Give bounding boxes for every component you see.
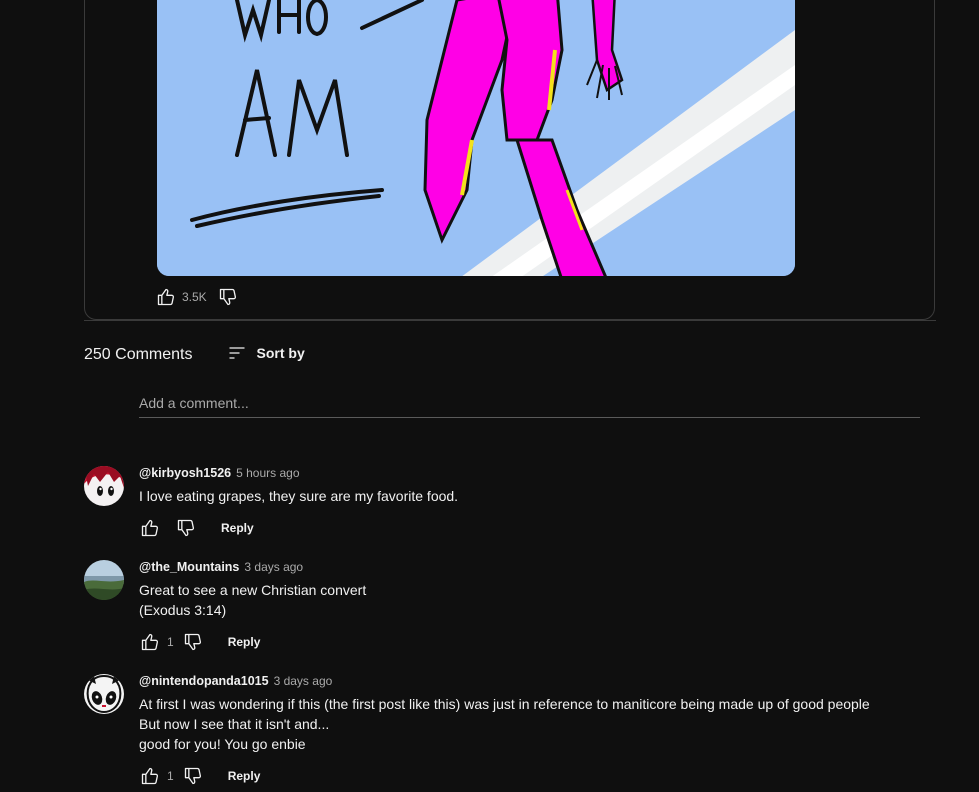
- avatar[interactable]: [84, 674, 124, 714]
- comment-time[interactable]: 5 hours ago: [236, 466, 299, 480]
- thumbs-up-icon: [157, 288, 175, 306]
- post-actions: 3.5K: [155, 285, 239, 309]
- sort-icon: [229, 347, 244, 359]
- add-comment-box: [139, 392, 920, 418]
- thumbs-up-icon: [141, 767, 159, 785]
- comment-text: I love eating grapes, they sure are my f…: [139, 486, 458, 506]
- post-image[interactable]: [157, 0, 795, 276]
- comment-actions: 1 Reply: [139, 630, 260, 654]
- sort-by-button[interactable]: Sort by: [227, 343, 305, 363]
- reply-button[interactable]: Reply: [221, 521, 254, 535]
- comment-time[interactable]: 3 days ago: [244, 560, 303, 574]
- comment-line: At first I was wondering if this (the fi…: [139, 696, 870, 712]
- comment-like-count: 1: [167, 635, 174, 649]
- comments-header: 250 Comments Sort by: [84, 345, 305, 365]
- reply-button[interactable]: Reply: [228, 769, 261, 783]
- comment-author[interactable]: @nintendopanda1015: [139, 674, 269, 688]
- thumbs-down-icon: [184, 767, 201, 785]
- comment-dislike-button[interactable]: [182, 631, 204, 653]
- comment-dislike-button[interactable]: [182, 765, 204, 787]
- comment-line: I love eating grapes, they sure are my f…: [139, 488, 459, 504]
- comment-line: Great to see a new Christian convert: [139, 582, 367, 598]
- reply-button[interactable]: Reply: [228, 635, 261, 649]
- thumbs-down-icon: [184, 633, 201, 651]
- comment-text: At first I was wondering if this (the fi…: [139, 694, 870, 754]
- comment-text: Great to see a new Christian convert (Ex…: [139, 580, 366, 620]
- comment-line: But now I see that it isn't and...: [139, 716, 330, 732]
- comment-like-button[interactable]: [139, 517, 161, 539]
- post-dislike-button[interactable]: [217, 286, 239, 308]
- comment-author[interactable]: @kirbyosh1526: [139, 466, 231, 480]
- avatar-image: [84, 560, 124, 600]
- thumbs-up-icon: [141, 519, 159, 537]
- comment-dislike-button[interactable]: [175, 517, 197, 539]
- avatar[interactable]: [84, 560, 124, 600]
- comment-like-button[interactable]: [139, 631, 161, 653]
- comment-author[interactable]: @the_Mountains: [139, 560, 239, 574]
- comment-actions: 1 Reply: [139, 764, 260, 788]
- post-illustration: [157, 0, 795, 276]
- avatar[interactable]: [84, 466, 124, 506]
- comment-body: @the_Mountains 3 days ago Great to see a…: [139, 560, 366, 620]
- thumbs-up-icon: [141, 633, 159, 651]
- comment-actions: Reply: [139, 516, 254, 540]
- comment-body: @kirbyosh1526 5 hours ago I love eating …: [139, 466, 458, 506]
- sort-by-label: Sort by: [256, 345, 305, 361]
- comment-line: good for you! You go enbie: [139, 736, 306, 752]
- post-like-button[interactable]: [155, 286, 177, 308]
- thumbs-down-icon: [219, 288, 236, 306]
- avatar-image: [84, 466, 124, 506]
- comment-body: @nintendopanda1015 3 days ago At first I…: [139, 674, 870, 754]
- comment-like-count: 1: [167, 769, 174, 783]
- card-divider: [84, 320, 936, 321]
- comments-count: 250 Comments: [84, 346, 193, 363]
- comment-like-button[interactable]: [139, 765, 161, 787]
- add-comment-input[interactable]: [139, 392, 920, 414]
- comment-time[interactable]: 3 days ago: [274, 674, 333, 688]
- post-like-count: 3.5K: [182, 290, 207, 304]
- comment-line: (Exodus 3:14): [139, 602, 227, 618]
- avatar-image: [84, 674, 124, 714]
- thumbs-down-icon: [177, 519, 195, 537]
